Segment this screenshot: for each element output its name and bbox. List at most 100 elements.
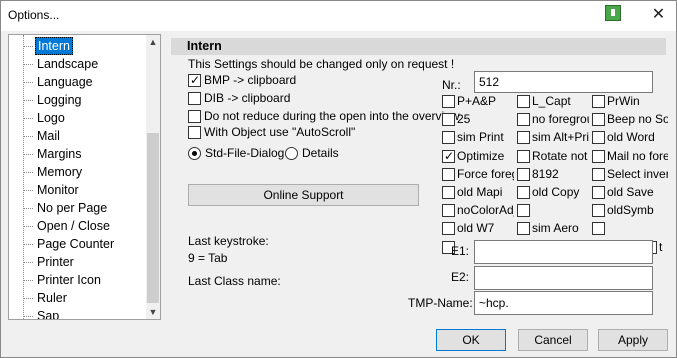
flag-checkbox-3-2[interactable]: Mail no foreg bbox=[592, 149, 668, 165]
tree-item-logo[interactable]: Logo bbox=[9, 109, 147, 127]
checkbox-box bbox=[592, 113, 605, 127]
flag-checkbox-1-1[interactable]: no foregrour bbox=[517, 112, 589, 128]
flag-checkbox-3-0[interactable]: Optimize bbox=[442, 149, 514, 165]
checkbox-box bbox=[592, 204, 605, 218]
flag-checkbox-1-0[interactable]: 25 bbox=[442, 112, 514, 128]
tree-item-label: Printer bbox=[37, 255, 74, 269]
checkbox-box bbox=[442, 204, 455, 218]
checkbox-box bbox=[592, 186, 605, 199]
tree-item-logging[interactable]: Logging bbox=[9, 91, 147, 109]
tree-item-memory[interactable]: Memory bbox=[9, 163, 147, 181]
checkbox-box bbox=[188, 110, 201, 123]
tree-item-monitor[interactable]: Monitor bbox=[9, 181, 147, 199]
flag-checkbox-7-1[interactable]: sim Aero bbox=[517, 221, 589, 237]
tree-item-printer-icon[interactable]: Printer Icon bbox=[9, 271, 147, 289]
flag-checkbox-6-1[interactable] bbox=[517, 203, 589, 219]
tree-item-label: Landscape bbox=[37, 57, 99, 71]
flag-checkbox-2-0[interactable]: sim Print bbox=[442, 130, 514, 146]
options-window: Options... ✕ Intern Landscape Language Logg… bbox=[0, 0, 677, 358]
e1-input[interactable] bbox=[474, 240, 653, 264]
tree-connector bbox=[23, 136, 33, 137]
tree-item-label: Sap bbox=[37, 309, 60, 320]
flag-checkbox-0-0[interactable]: P+A&P bbox=[442, 94, 514, 110]
flag-checkbox-2-1[interactable]: sim Alt+Print bbox=[517, 130, 589, 146]
flag-checkbox-0-2[interactable]: PrWin bbox=[592, 94, 668, 110]
app-icon bbox=[605, 5, 621, 21]
tree-connector bbox=[23, 100, 33, 101]
e2-input[interactable] bbox=[474, 266, 653, 290]
flag-checkbox-4-1[interactable]: 8192 bbox=[517, 167, 589, 183]
nr-label: Nr.: bbox=[442, 78, 461, 92]
flag-checkbox-3-1[interactable]: Rotate not l bbox=[517, 149, 589, 165]
tree-scrollbar[interactable]: ▲ ▼ bbox=[146, 35, 160, 319]
tree-connector bbox=[23, 64, 33, 65]
flag-checkbox-5-2[interactable]: old Save bbox=[592, 185, 668, 201]
checkbox-box bbox=[517, 131, 530, 145]
scroll-thumb[interactable] bbox=[147, 133, 159, 303]
cancel-button[interactable]: Cancel bbox=[518, 329, 588, 351]
tree-item-label: Printer Icon bbox=[37, 273, 101, 287]
tree-item-sap[interactable]: Sap bbox=[9, 307, 147, 320]
flag-checkbox-7-2[interactable] bbox=[592, 221, 668, 237]
tree-connector bbox=[23, 316, 33, 317]
tree-item-landscape[interactable]: Landscape bbox=[9, 55, 147, 73]
checkbox-box bbox=[517, 186, 530, 199]
flag-checkbox-4-0[interactable]: Force foregr bbox=[442, 167, 514, 183]
window-title: Options... bbox=[8, 8, 60, 22]
tree-item-margins[interactable]: Margins bbox=[9, 145, 147, 163]
tree-item-language[interactable]: Language bbox=[9, 73, 147, 91]
flag-checkbox-1-2[interactable]: Beep no Sou bbox=[592, 112, 668, 128]
tree-item-label: Open / Close bbox=[37, 219, 110, 233]
tree-connector bbox=[23, 190, 33, 191]
tree-item-intern[interactable]: Intern bbox=[9, 37, 147, 55]
flag-checkbox-7-0[interactable]: old W7 bbox=[442, 221, 514, 237]
flag-checkbox-4-2[interactable]: Select invers bbox=[592, 167, 668, 183]
radio-dot bbox=[285, 147, 298, 160]
online-support-button[interactable]: Online Support bbox=[188, 184, 419, 206]
category-tree: Intern Landscape Language Logging Logo Mail Ma… bbox=[8, 34, 161, 320]
nr-input[interactable]: 512 bbox=[474, 71, 653, 93]
last-class-label: Last Class name: bbox=[188, 274, 281, 288]
last-keystroke-label: Last keystroke: bbox=[188, 234, 269, 248]
tmp-name-input[interactable]: ~hcp. bbox=[474, 291, 653, 315]
tmp-name-label: TMP-Name: bbox=[408, 296, 473, 310]
tree-item-page-counter[interactable]: Page Counter bbox=[9, 235, 147, 253]
tree-connector bbox=[23, 244, 33, 245]
tree-item-label: Page Counter bbox=[37, 237, 115, 251]
flag-checkbox-6-0[interactable]: noColorAdj bbox=[442, 203, 514, 219]
tree-item-open-close[interactable]: Open / Close bbox=[9, 217, 147, 235]
scroll-up-icon[interactable]: ▲ bbox=[146, 35, 160, 49]
tree-item-printer[interactable]: Printer bbox=[9, 253, 147, 271]
flag-checkbox-2-2[interactable]: old Word bbox=[592, 130, 668, 146]
close-icon[interactable]: ✕ bbox=[641, 1, 676, 29]
checkbox-box bbox=[188, 73, 201, 87]
tree-connector bbox=[23, 208, 33, 209]
tree-connector bbox=[23, 226, 33, 227]
ok-button[interactable]: OK bbox=[436, 329, 506, 351]
checkbox-box bbox=[517, 113, 530, 127]
checkbox-box bbox=[517, 222, 530, 236]
tree-item-ruler[interactable]: Ruler bbox=[9, 289, 147, 307]
checkbox-box bbox=[442, 186, 455, 199]
flag-checkbox-0-1[interactable]: L_Capt bbox=[517, 94, 589, 110]
flag-checkbox-5-1[interactable]: old Copy bbox=[517, 185, 589, 201]
tree-connector bbox=[23, 298, 33, 299]
flag-checkbox-5-0[interactable]: old Mapi bbox=[442, 185, 514, 201]
checkbox-box bbox=[592, 222, 605, 236]
checkbox-box bbox=[442, 131, 455, 145]
tree-item-mail[interactable]: Mail bbox=[9, 127, 147, 145]
tree-item-label: Memory bbox=[37, 165, 83, 179]
checkbox-box bbox=[442, 222, 455, 236]
tree-item-label: Logging bbox=[37, 93, 82, 107]
section-note: This Settings should be changed only on … bbox=[188, 57, 455, 71]
flag-checkbox-6-2[interactable]: oldSymb bbox=[592, 203, 668, 219]
tree-connector bbox=[23, 118, 33, 119]
checkbox-box bbox=[517, 167, 530, 181]
scroll-down-icon[interactable]: ▼ bbox=[146, 305, 160, 319]
apply-button[interactable]: Apply bbox=[598, 329, 668, 351]
tree-item-no-per-page[interactable]: No per Page bbox=[9, 199, 147, 217]
section-title: Intern bbox=[171, 38, 666, 55]
checkbox-box bbox=[442, 167, 455, 181]
tree-connector bbox=[23, 262, 33, 263]
checkbox-box bbox=[442, 113, 455, 127]
